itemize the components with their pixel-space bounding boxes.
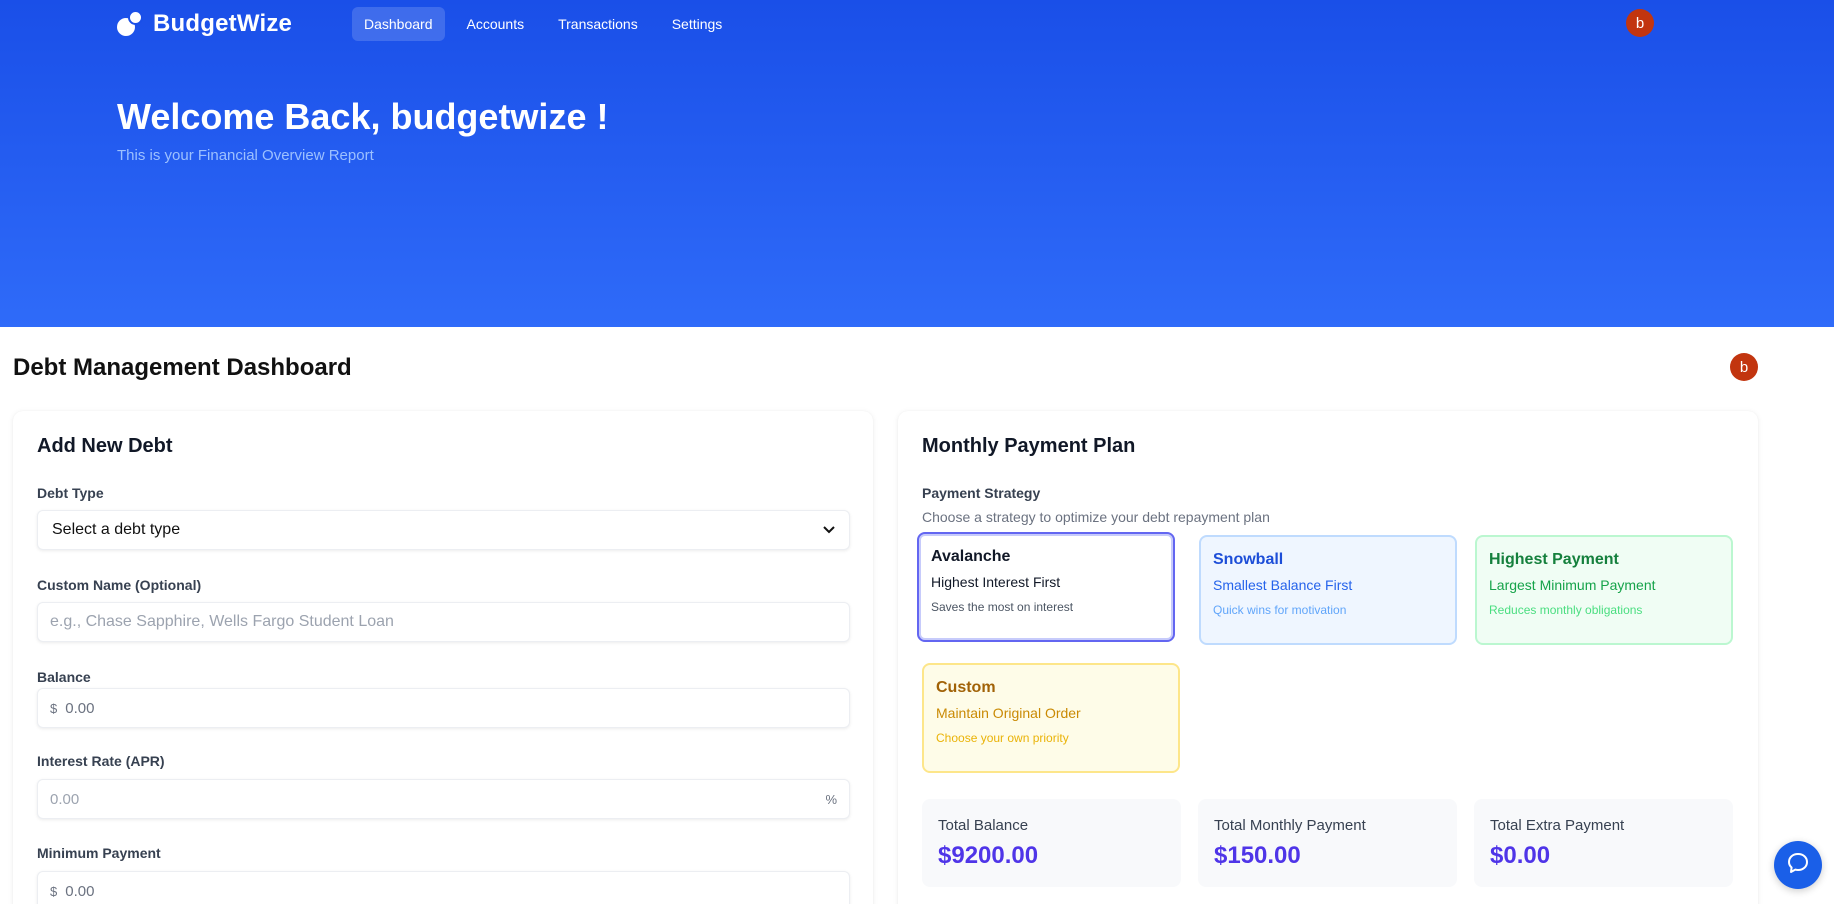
brand[interactable]: BudgetWize (117, 8, 292, 40)
strategy-option-avalanche[interactable]: Avalanche Highest Interest First Saves t… (917, 532, 1175, 642)
strategy-option-snowball[interactable]: Snowball Smallest Balance First Quick wi… (1199, 535, 1457, 645)
strategy-description: Quick wins for motivation (1213, 603, 1347, 617)
strategy-title: Smallest Balance First (1213, 577, 1353, 593)
payment-strategy-label: Payment Strategy (922, 485, 1041, 501)
payment-strategy-description: Choose a strategy to optimize your debt … (922, 509, 1270, 525)
payment-plan-card: Monthly Payment Plan Payment Strategy Ch… (898, 411, 1758, 904)
nav-item-transactions[interactable]: Transactions (546, 7, 650, 41)
welcome-heading: Welcome Back, budgetwize ! (117, 96, 609, 137)
strategy-title: Highest Interest First (931, 574, 1061, 590)
strategy-option-custom[interactable]: Custom Maintain Original Order Choose yo… (922, 663, 1180, 773)
strategy-name: Snowball (1213, 551, 1284, 568)
minimum-payment-placeholder: 0.00 (65, 882, 95, 900)
stat-label: Total Extra Payment (1490, 817, 1625, 834)
balance-input[interactable]: $ 0.00 (37, 688, 850, 728)
hero-banner: BudgetWize Dashboard Accounts Transactio… (0, 0, 1834, 327)
strategy-name: Highest Payment (1489, 551, 1619, 568)
minimum-payment-input[interactable]: $ 0.00 (37, 871, 850, 904)
chevron-down-icon (823, 523, 835, 537)
nav-item-accounts[interactable]: Accounts (455, 7, 537, 41)
nav-item-settings[interactable]: Settings (660, 7, 735, 41)
debt-type-label: Debt Type (37, 485, 104, 501)
custom-name-input[interactable]: e.g., Chase Sapphire, Wells Fargo Studen… (37, 602, 850, 642)
strategy-description: Saves the most on interest (931, 600, 1074, 614)
strategy-title: Largest Minimum Payment (1489, 577, 1656, 593)
user-avatar[interactable]: b (1626, 9, 1654, 37)
interest-rate-placeholder: 0.00 (50, 790, 80, 808)
stat-total-balance: Total Balance $9200.00 (922, 799, 1181, 887)
top-nav: Dashboard Accounts Transactions Settings (352, 7, 734, 41)
balance-currency-prefix: $ (50, 700, 58, 716)
custom-name-placeholder: e.g., Chase Sapphire, Wells Fargo Studen… (50, 613, 394, 630)
welcome-subtitle: This is your Financial Overview Report (117, 147, 374, 164)
stat-label: Total Monthly Payment (1214, 817, 1366, 834)
stat-value: $9200.00 (938, 842, 1039, 869)
balance-placeholder: 0.00 (65, 699, 95, 717)
debt-type-selected-value: Select a debt type (52, 521, 181, 538)
stat-value: $150.00 (1214, 842, 1301, 869)
stat-label: Total Balance (938, 817, 1029, 834)
debt-type-select[interactable]: Select a debt type (37, 510, 850, 550)
minimum-payment-label: Minimum Payment (37, 845, 161, 861)
chat-button[interactable] (1774, 841, 1822, 889)
strategy-name: Custom (936, 679, 996, 696)
page-user-avatar[interactable]: b (1730, 353, 1758, 381)
add-debt-card: Add New Debt Debt Type Select a debt typ… (13, 411, 873, 904)
strategy-description: Reduces monthly obligations (1489, 603, 1643, 617)
strategy-title: Maintain Original Order (936, 705, 1081, 721)
stat-total-monthly-payment: Total Monthly Payment $150.00 (1198, 799, 1457, 887)
interest-rate-input[interactable]: 0.00 % (37, 779, 850, 819)
stat-value: $0.00 (1490, 842, 1551, 869)
custom-name-label: Custom Name (Optional) (37, 577, 202, 593)
budgetwize-logo-icon (117, 10, 145, 38)
payment-plan-title: Monthly Payment Plan (922, 435, 1136, 457)
percent-suffix: % (825, 791, 837, 807)
stat-total-extra-payment: Total Extra Payment $0.00 (1474, 799, 1733, 887)
balance-label: Balance (37, 669, 91, 685)
strategy-option-highest-payment[interactable]: Highest Payment Largest Minimum Payment … (1475, 535, 1733, 645)
page-title: Debt Management Dashboard (13, 354, 352, 381)
strategy-description: Choose your own priority (936, 731, 1069, 745)
interest-rate-label: Interest Rate (APR) (37, 753, 165, 769)
brand-name: BudgetWize (153, 10, 293, 37)
strategy-name: Avalanche (931, 548, 1011, 565)
minimum-payment-currency-prefix: $ (50, 883, 58, 899)
chat-bubble-icon (1786, 851, 1810, 880)
add-debt-title: Add New Debt (37, 435, 173, 457)
nav-item-dashboard[interactable]: Dashboard (352, 7, 445, 41)
